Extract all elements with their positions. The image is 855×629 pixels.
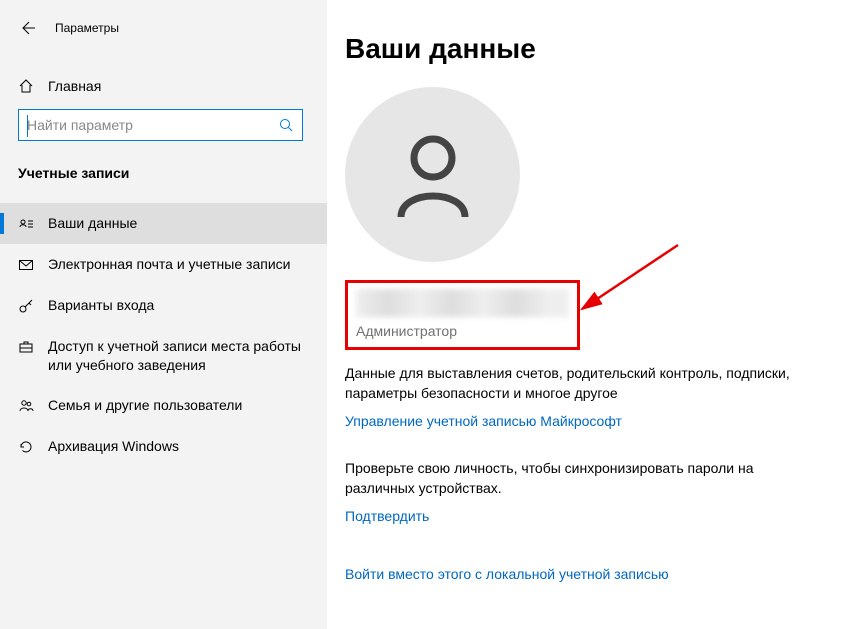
mail-icon: [18, 257, 34, 273]
account-name-blurred: [356, 289, 569, 317]
nav-item-2[interactable]: Варианты входа: [0, 285, 327, 326]
nav-home-label: Главная: [48, 78, 101, 94]
nav-item-4[interactable]: Семья и другие пользователи: [0, 385, 327, 426]
nav-home[interactable]: Главная: [0, 68, 327, 94]
section-title: Учетные записи: [0, 141, 327, 181]
text-caret: [27, 115, 28, 137]
user-card-icon: [18, 216, 34, 232]
account-role: Администратор: [356, 323, 569, 339]
billing-desc: Данные для выставления счетов, родительс…: [345, 364, 805, 403]
verify-link[interactable]: Подтвердить: [345, 508, 429, 524]
key-icon: [18, 298, 34, 314]
people-icon: [18, 398, 34, 414]
back-button[interactable]: [18, 18, 38, 38]
refresh-icon: [18, 439, 34, 455]
home-icon: [18, 78, 34, 94]
nav-item-label: Электронная почта и учетные записи: [48, 255, 290, 274]
nav-item-label: Семья и другие пользователи: [48, 396, 242, 415]
manage-account-link[interactable]: Управление учетной записью Майкрософт: [345, 413, 622, 429]
nav-item-3[interactable]: Доступ к учетной записи места работы или…: [0, 326, 327, 386]
nav-item-label: Варианты входа: [48, 296, 154, 315]
person-icon: [383, 125, 483, 225]
briefcase-icon: [18, 339, 34, 355]
account-name-box: Администратор: [345, 280, 580, 350]
local-account-link[interactable]: Войти вместо этого с локальной учетной з…: [345, 566, 669, 582]
nav-item-label: Ваши данные: [48, 214, 137, 233]
nav-item-5[interactable]: Архивация Windows: [0, 426, 327, 467]
nav-item-1[interactable]: Электронная почта и учетные записи: [0, 244, 327, 285]
search-input[interactable]: [19, 117, 270, 133]
search-icon: [270, 109, 302, 141]
nav-item-label: Архивация Windows: [48, 437, 179, 456]
nav-item-label: Доступ к учетной записи места работы или…: [48, 337, 309, 375]
nav-item-0[interactable]: Ваши данные: [0, 203, 327, 244]
search-box[interactable]: [18, 109, 303, 141]
avatar: [345, 87, 520, 262]
arrow-left-icon: [20, 20, 36, 36]
window-title: Параметры: [55, 21, 119, 35]
verify-desc: Проверьте свою личность, чтобы синхрониз…: [345, 459, 805, 498]
page-title: Ваши данные: [345, 33, 825, 65]
